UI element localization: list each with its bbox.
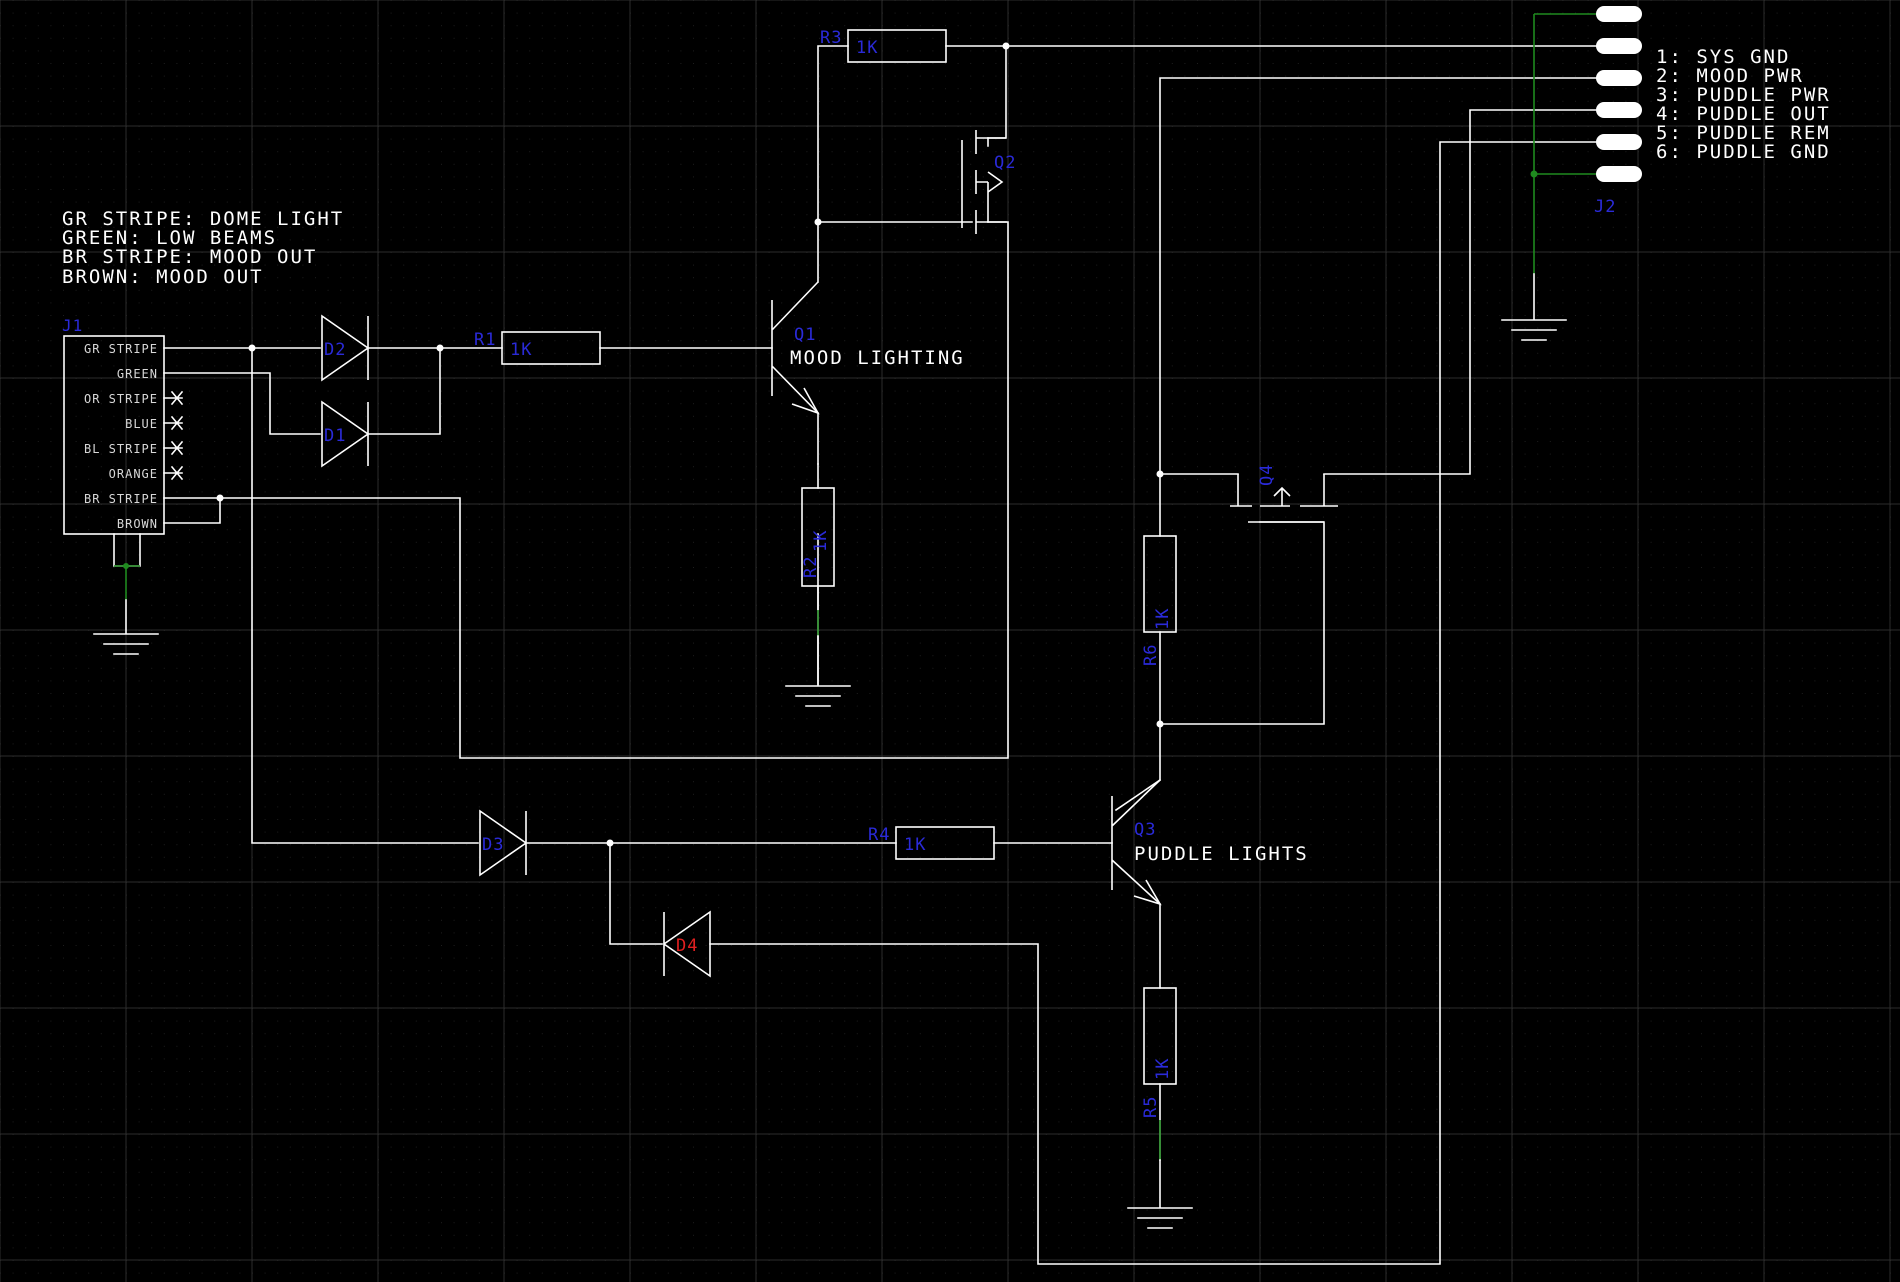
d1-designator: D1 [324,426,346,446]
ground-icon [1127,1159,1193,1229]
wire [1159,473,1325,781]
puddle-lights-label: PUDDLE LIGHTS [1134,843,1309,865]
wires-mood [163,42,1606,844]
mosfet-arrow [987,171,1004,193]
ground-icon [785,635,851,707]
q2-designator: Q2 [994,153,1016,173]
r6-value: 1K [1153,608,1173,630]
r3-designator: R3 [820,28,842,48]
wire [1159,77,1606,537]
no-connect-marks [163,390,184,481]
diode-d2[interactable]: D2 [321,314,370,382]
junction [436,344,444,352]
wire [163,497,221,524]
r5-value: 1K [1153,1058,1173,1080]
junction [248,344,256,352]
d3-designator: D3 [482,835,504,855]
resistor-r5[interactable]: R5 1K [1127,987,1193,1229]
junction [216,494,224,502]
d4-designator: D4 [676,936,698,956]
junction [814,218,822,226]
wire [609,842,663,945]
wire [163,372,321,435]
j1-pin-label: GREEN [117,367,158,381]
r2-designator: R2 [801,556,821,578]
j1-pin-label: BLUE [125,417,158,431]
transistor-q4[interactable]: Q4 [1230,464,1338,523]
d2-designator: D2 [324,340,346,360]
j2-pin-pad [1596,134,1642,150]
junction [1156,470,1164,478]
r1-value: 1K [510,340,532,360]
q4-designator: Q4 [1257,464,1277,486]
junction [606,839,614,847]
note-line: BROWN: MOOD OUT [62,266,264,288]
r5-designator: R5 [1141,1096,1161,1118]
j2-pin-pad [1596,6,1642,22]
j1-pin-label: ORANGE [109,467,158,481]
diode-d1[interactable]: D1 [321,400,370,468]
note-line: BR STRIPE: MOOD OUT [62,246,317,268]
junction [123,563,129,569]
junction [1530,170,1538,178]
j1-pin-label: OR STRIPE [84,392,158,406]
wires-puddle [525,77,1606,1265]
wire [987,45,1007,139]
j2-pin-pad [1596,70,1642,86]
grid [0,0,1900,1282]
resistor-r1[interactable]: R1 1K [474,330,601,365]
j1-shield-leads [113,533,141,567]
j1-ground-net [114,565,140,600]
transistor-q1[interactable]: Q1 MOOD LIGHTING [771,281,965,415]
j2-ground-net [1534,13,1605,175]
diode-d4[interactable]: D4 [662,910,711,978]
j2-designator: J2 [1594,197,1616,217]
j1-designator: J1 [62,316,83,335]
r6-designator: R6 [1141,644,1161,666]
resistor-r4[interactable]: R4 1K [868,825,995,860]
q1-designator: Q1 [794,325,816,345]
j2-pin-pad [1596,102,1642,118]
junction [1156,720,1164,728]
bjt-symbol [1111,779,1161,905]
diode-d3[interactable]: D3 [479,809,528,877]
connector-j2[interactable]: J2 1: SYS GND 2: MOOD PWR 3: PUDDLE PWR … [1501,6,1831,341]
resistor-r6[interactable]: R6 1K [1141,535,1177,666]
j1-pin-label: BROWN [117,517,158,531]
mosfet-arrow [1273,486,1291,506]
j1-pin-label: BR STRIPE [84,492,158,506]
mosfet-leads [976,137,1006,223]
j2-pin-pad [1596,166,1642,182]
connector-j1[interactable]: J1 GR STRIPE GREEN OR STRIPE BLUE BL STR… [62,316,184,655]
transistor-q3[interactable]: Q3 PUDDLE LIGHTS [1111,779,1309,906]
r2-value: 1K [811,530,831,552]
r4-designator: R4 [868,825,890,845]
r3-value: 1K [856,38,878,58]
schematic-canvas: GR STRIPE: DOME LIGHT GREEN: LOW BEAMS B… [0,0,1900,1282]
j2-pin-pad [1596,38,1642,54]
notes-block: GR STRIPE: DOME LIGHT GREEN: LOW BEAMS B… [62,208,342,288]
mosfet-symbol [961,130,977,234]
j1-pin-label: GR STRIPE [84,342,158,356]
r1-designator: R1 [474,330,496,350]
r4-value: 1K [904,835,926,855]
junction [1002,42,1010,50]
mood-lighting-label: MOOD LIGHTING [790,347,965,369]
q3-designator: Q3 [1134,820,1156,840]
j1-pin-label: BL STRIPE [84,442,158,456]
wire [817,45,849,223]
j2-pin-label: 6: PUDDLE GND [1656,141,1831,163]
wire [251,347,479,844]
wire [987,137,1007,223]
resistor-r3[interactable]: R3 1K [820,28,947,63]
wire [1114,778,1162,812]
